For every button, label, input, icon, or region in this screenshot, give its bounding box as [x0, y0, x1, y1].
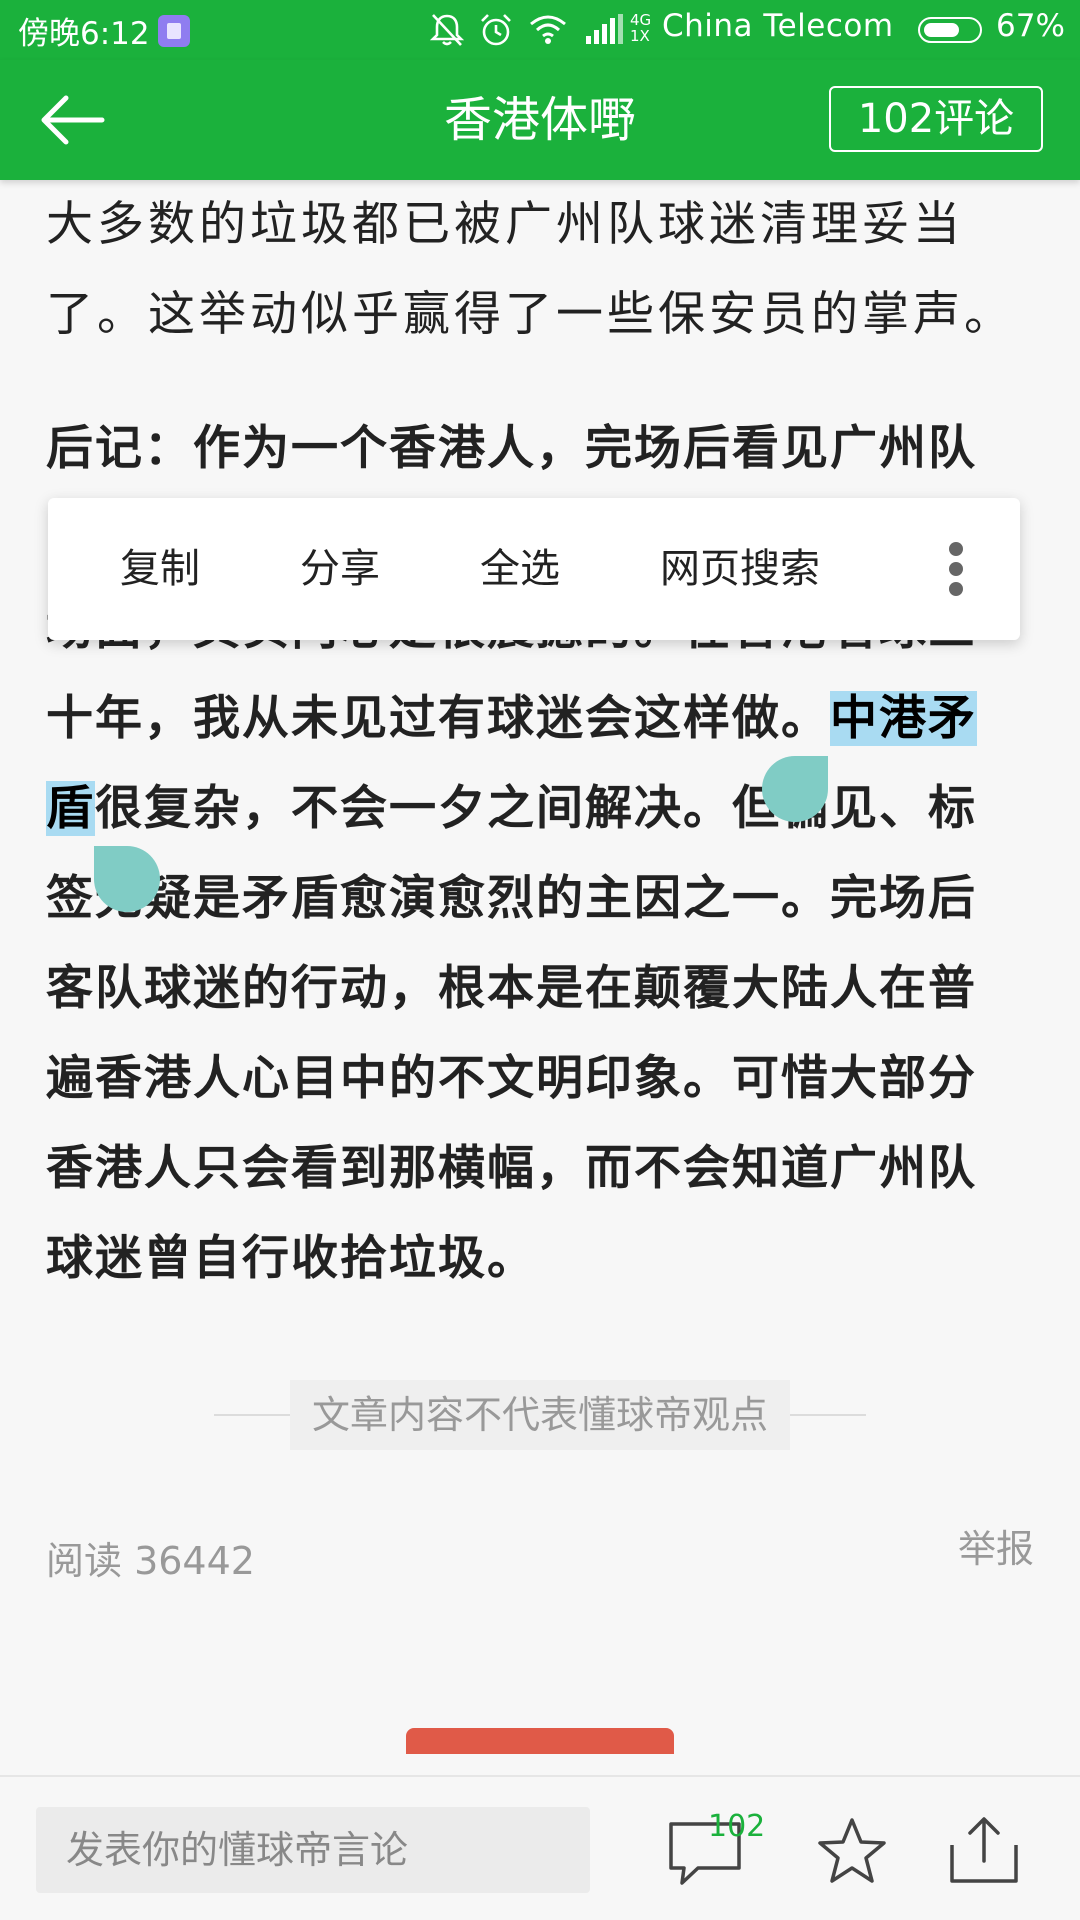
- paragraph-line: 签无疑是矛盾愈演愈烈的主因之一。完场后: [46, 871, 977, 926]
- menu-copy[interactable]: 复制: [120, 498, 200, 640]
- share-icon[interactable]: [948, 1815, 1020, 1887]
- battery-icon: [918, 17, 982, 43]
- paragraph-line: 了。这举动似乎赢得了一些保安员的掌声。: [46, 287, 1015, 342]
- line-text: 十年，我从未见过有球迷会这样做。: [46, 691, 830, 746]
- selected-text[interactable]: 中港矛: [830, 691, 977, 746]
- partial-red-button[interactable]: [406, 1728, 674, 1754]
- article-paragraph: 大多数的垃圾都已被广州队球迷清理妥当 了。这举动似乎赢得了一些保安员的掌声。: [46, 180, 1015, 360]
- wifi-icon: [530, 15, 566, 44]
- battery-level: [924, 23, 959, 37]
- mute-icon: [430, 14, 464, 46]
- comment-input[interactable]: 发表你的懂球帝言论: [36, 1807, 590, 1893]
- line-text: 很复杂，不会一夕之间解决。但偏见、标: [95, 781, 977, 836]
- status-bar: 傍晚6:12 4G 1X China Telecom 67%: [0, 0, 1080, 60]
- battery-percent: 67%: [996, 8, 1065, 44]
- network-type-label: 4G: [630, 11, 652, 29]
- divider: [214, 1414, 290, 1416]
- selection-end-handle[interactable]: [94, 846, 160, 912]
- screen: 傍晚6:12 4G 1X China Telecom 67% 香港体嘢 102评…: [0, 0, 1080, 1920]
- read-count: 阅读 36442: [46, 1539, 255, 1583]
- text-selection-menu: 复制 分享 全选 网页搜索: [48, 498, 1020, 640]
- network-sub-label: 1X: [630, 27, 650, 45]
- notification-app-icon: [158, 15, 190, 47]
- paragraph-line: 盾很复杂，不会一夕之间解决。但偏见、标: [46, 764, 977, 854]
- disclaimer: 文章内容不代表懂球帝观点: [290, 1380, 790, 1450]
- star-icon[interactable]: [816, 1815, 888, 1887]
- report-link[interactable]: 举报: [958, 1518, 1034, 1573]
- paragraph-line: 大多数的垃圾都已被广州队球迷清理妥当: [46, 197, 964, 252]
- selected-text[interactable]: 盾: [46, 781, 95, 836]
- paragraph-line: 遍香港人心目中的不文明印象。可惜大部分: [46, 1051, 977, 1106]
- paragraph-line: 香港人只会看到那横幅，而不会知道广州队: [46, 1141, 977, 1196]
- paragraph-line: 十年，我从未见过有球迷会这样做。中港矛: [46, 674, 977, 764]
- divider: [790, 1414, 866, 1416]
- more-vertical-icon[interactable]: [944, 542, 968, 596]
- menu-web-search[interactable]: 网页搜索: [660, 498, 820, 640]
- bottom-bar: 发表你的懂球帝言论 102: [0, 1775, 1080, 1920]
- selection-start-handle[interactable]: [762, 756, 828, 822]
- alarm-icon: [481, 14, 511, 46]
- comments-button[interactable]: 102评论: [829, 86, 1043, 152]
- status-time: 傍晚6:12: [18, 16, 150, 52]
- comment-count-badge: 102: [708, 1809, 766, 1844]
- signal-icon: [586, 14, 623, 44]
- paragraph-line: 客队球迷的行动，根本是在颠覆大陆人在普: [46, 961, 977, 1016]
- menu-share[interactable]: 分享: [300, 498, 380, 640]
- paragraph-line: 后记：作为一个香港人，完场后看见广州队: [46, 421, 977, 476]
- paragraph-line: 球迷曾自行收拾垃圾。: [46, 1231, 536, 1286]
- app-bar: 香港体嘢 102评论: [0, 60, 1080, 180]
- menu-select-all[interactable]: 全选: [480, 498, 560, 640]
- carrier-name: China Telecom: [662, 8, 894, 44]
